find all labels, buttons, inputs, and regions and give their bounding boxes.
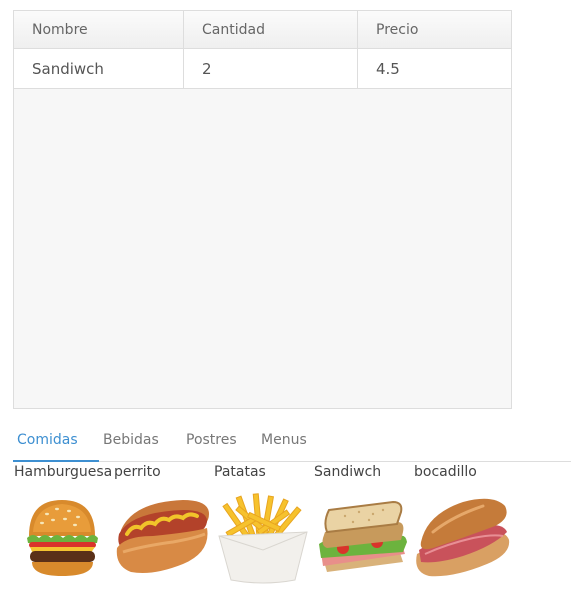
tab-comidas[interactable]: Comidas xyxy=(13,424,99,462)
column-header-cantidad[interactable]: Cantidad xyxy=(184,11,358,48)
product-name: perrito xyxy=(114,464,161,480)
product-name: Hamburguesa xyxy=(14,464,113,480)
tab-bebidas[interactable]: Bebidas xyxy=(99,424,180,461)
column-header-precio[interactable]: Precio xyxy=(358,11,511,48)
category-tabs: Comidas Bebidas Postres Menus xyxy=(13,424,571,462)
order-table: Nombre Cantidad Precio Sandiwch 2 4.5 xyxy=(13,10,512,409)
cell-precio: 4.5 xyxy=(376,59,400,78)
product-name: Sandiwch xyxy=(314,464,382,480)
product-name: bocadillo xyxy=(414,464,477,480)
product-patatas[interactable]: Patatas xyxy=(213,462,313,592)
baguette-sandwich-image xyxy=(416,498,510,577)
pos-screen: Nombre Cantidad Precio Sandiwch 2 4.5 Co… xyxy=(0,0,571,594)
tab-menus[interactable]: Menus xyxy=(257,424,317,461)
fries-image xyxy=(218,493,308,584)
product-grid: Hamburguesa perrito Patatas Sandiwch boc… xyxy=(13,462,571,592)
tab-postres[interactable]: Postres xyxy=(180,424,257,461)
table-header: Nombre Cantidad Precio xyxy=(14,11,511,49)
cell-nombre: Sandiwch xyxy=(14,49,184,88)
cell-cantidad: 2 xyxy=(184,49,358,88)
product-name: Patatas xyxy=(214,464,266,480)
product-perrito[interactable]: perrito xyxy=(113,462,213,592)
table-empty-area xyxy=(14,89,511,409)
column-header-nombre[interactable]: Nombre xyxy=(14,11,184,48)
hamburger-image xyxy=(27,500,98,576)
sandwich-image xyxy=(319,500,407,572)
product-bocadillo[interactable]: bocadillo xyxy=(413,462,513,592)
hotdog-image xyxy=(116,500,209,573)
table-row[interactable]: Sandiwch 2 4.5 xyxy=(14,49,511,89)
product-hamburguesa[interactable]: Hamburguesa xyxy=(13,462,113,592)
product-sandiwch[interactable]: Sandiwch xyxy=(313,462,413,592)
